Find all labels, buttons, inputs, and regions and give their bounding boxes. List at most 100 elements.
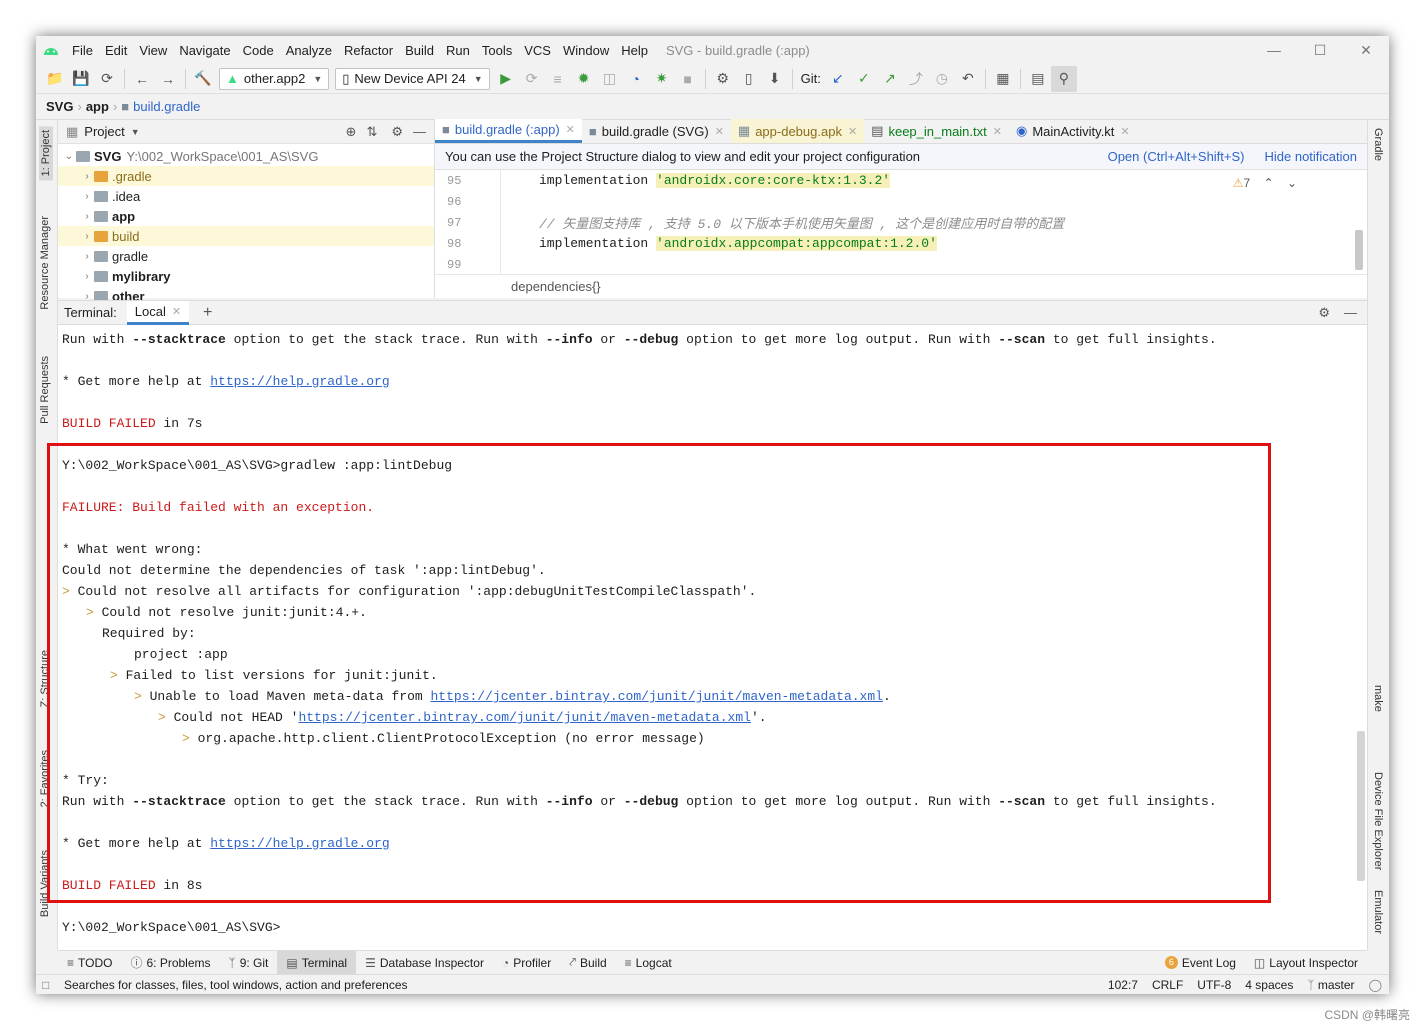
tool-problems[interactable]: ⓘ 6: Problems bbox=[121, 951, 219, 975]
tool-terminal[interactable]: ▤ Terminal bbox=[277, 950, 357, 975]
menu-tools[interactable]: Tools bbox=[476, 43, 518, 58]
sync-icon[interactable]: ⟳ bbox=[94, 66, 120, 92]
git-branch[interactable]: ᛉ master bbox=[1300, 978, 1361, 992]
new-terminal-tab-icon[interactable]: + bbox=[203, 304, 212, 322]
code-editor[interactable]: 95 implementation 'androidx.core:core-kt… bbox=[435, 170, 1367, 275]
git-commit-icon[interactable]: ✓ bbox=[851, 66, 877, 92]
tree-row-app[interactable]: › app bbox=[58, 206, 434, 226]
close-tab-icon[interactable]: ✕ bbox=[1120, 125, 1129, 138]
chevron-right-icon[interactable]: › bbox=[80, 231, 94, 242]
project-structure-icon[interactable]: ▦ bbox=[990, 66, 1016, 92]
tool-event-log[interactable]: 6 Event Log bbox=[1156, 951, 1245, 975]
debug-icon[interactable]: ✹ bbox=[571, 66, 597, 92]
menu-refactor[interactable]: Refactor bbox=[338, 43, 399, 58]
profile-icon[interactable]: ◔ bbox=[623, 66, 649, 92]
apply-code-changes-icon[interactable]: ≡ bbox=[545, 66, 571, 92]
chevron-down-icon[interactable]: ⌄ bbox=[62, 151, 76, 162]
tool-layout-inspector[interactable]: ◫ Layout Inspector bbox=[1245, 951, 1367, 975]
run-icon[interactable]: ▶ bbox=[493, 66, 519, 92]
git-update-icon[interactable]: ↙ bbox=[825, 66, 851, 92]
tool-todo[interactable]: ≡ TODO bbox=[58, 951, 121, 975]
chevron-right-icon[interactable]: › bbox=[80, 171, 94, 182]
gear-icon[interactable]: ⚙ bbox=[391, 124, 403, 140]
minimize-icon[interactable]: — bbox=[1251, 36, 1297, 64]
lock-icon[interactable]: ◯ bbox=[1362, 978, 1389, 992]
gradle-sync-icon[interactable]: ⚙ bbox=[710, 66, 736, 92]
search-icon[interactable]: ⚲ bbox=[1050, 65, 1077, 92]
open-folder-icon[interactable]: 📁 bbox=[42, 66, 68, 92]
menu-vcs[interactable]: VCS bbox=[518, 43, 557, 58]
menu-help[interactable]: Help bbox=[615, 43, 654, 58]
menu-edit[interactable]: Edit bbox=[99, 43, 133, 58]
back-icon[interactable]: ← bbox=[129, 66, 155, 92]
tool-tab-emulator[interactable]: Emulator bbox=[1372, 890, 1384, 934]
sdk-manager-icon[interactable]: ⬇ bbox=[762, 66, 788, 92]
apply-changes-icon[interactable]: ⟳ bbox=[519, 66, 545, 92]
tree-row-mylibrary[interactable]: › mylibrary bbox=[58, 266, 434, 286]
close-tab-icon[interactable]: ✕ bbox=[993, 125, 1002, 138]
terminal-window-icon[interactable]: ▤ bbox=[1025, 66, 1051, 92]
terminal-scrollbar[interactable] bbox=[1357, 731, 1365, 881]
tool-tab-device-file-explorer[interactable]: Device File Explorer bbox=[1372, 772, 1384, 870]
indent-setting[interactable]: 4 spaces bbox=[1238, 978, 1300, 992]
stop-icon[interactable]: ■ bbox=[675, 66, 701, 92]
forward-icon[interactable]: → bbox=[155, 66, 181, 92]
menu-file[interactable]: File bbox=[66, 43, 99, 58]
history-icon[interactable]: ◷ bbox=[929, 66, 955, 92]
chevron-right-icon[interactable]: › bbox=[80, 271, 94, 282]
tree-row-gradle-cache[interactable]: › .gradle bbox=[58, 166, 434, 186]
tool-logcat[interactable]: ≡ Logcat bbox=[616, 951, 681, 975]
tool-tab-gradle[interactable]: Gradle bbox=[1372, 128, 1384, 161]
editor-scrollbar[interactable] bbox=[1355, 230, 1363, 270]
close-tab-icon[interactable]: ✕ bbox=[848, 125, 857, 138]
chevron-right-icon[interactable]: › bbox=[80, 211, 94, 222]
close-tab-icon[interactable]: ✕ bbox=[172, 305, 181, 318]
help-link[interactable]: https://help.gradle.org bbox=[210, 374, 389, 389]
editor-tab-apk[interactable]: ▦ app-debug.apk ✕ bbox=[730, 119, 865, 143]
close-icon[interactable]: ✕ bbox=[1343, 36, 1389, 64]
line-separator[interactable]: CRLF bbox=[1145, 978, 1190, 992]
open-project-structure-link[interactable]: Open (Ctrl+Alt+Shift+S) bbox=[1108, 149, 1245, 164]
menu-code[interactable]: Code bbox=[237, 43, 280, 58]
git-push-icon[interactable]: ↗ bbox=[877, 66, 903, 92]
locate-icon[interactable]: ⊕ bbox=[346, 124, 357, 140]
collapse-all-icon[interactable]: ⇅ bbox=[366, 124, 377, 140]
tool-tab-project[interactable]: 1: Project bbox=[39, 126, 53, 181]
terminal-tab-local[interactable]: Local ✕ bbox=[126, 300, 190, 325]
chevron-down-icon[interactable]: ▼ bbox=[131, 127, 140, 137]
tool-profiler[interactable]: ◔ Profiler bbox=[493, 951, 560, 975]
attach-debugger-icon[interactable]: ◫ bbox=[597, 66, 623, 92]
hide-panel-icon[interactable]: — bbox=[1344, 305, 1357, 320]
close-tab-icon[interactable]: ✕ bbox=[715, 125, 724, 138]
close-tab-icon[interactable]: ✕ bbox=[566, 123, 575, 136]
run-config-combo[interactable]: ▲ other.app2 ▼ bbox=[219, 67, 330, 90]
hammer-icon[interactable]: 🔨 bbox=[190, 66, 216, 92]
editor-tab-mainactivity[interactable]: ◉ MainActivity.kt ✕ bbox=[1009, 119, 1137, 143]
project-view-label[interactable]: Project bbox=[84, 124, 124, 139]
hide-panel-icon[interactable]: — bbox=[413, 124, 426, 139]
tree-row-idea[interactable]: › .idea bbox=[58, 186, 434, 206]
tree-row-root[interactable]: ⌄ SVG Y:\002_WorkSpace\001_AS\SVG bbox=[58, 146, 434, 166]
breadcrumb-project[interactable]: SVG bbox=[46, 99, 73, 114]
tool-tab-make[interactable]: make bbox=[1372, 685, 1384, 712]
tree-row-build[interactable]: › build bbox=[58, 226, 434, 246]
tool-git[interactable]: ᛉ 9: Git bbox=[220, 951, 278, 975]
save-all-icon[interactable]: 💾 bbox=[68, 66, 94, 92]
tool-build[interactable]: ⤤ Build bbox=[560, 951, 615, 975]
hide-notification-link[interactable]: Hide notification bbox=[1265, 149, 1358, 164]
menu-build[interactable]: Build bbox=[399, 43, 440, 58]
code-breadcrumb[interactable]: dependencies{} bbox=[435, 274, 1367, 298]
device-combo[interactable]: ▯ New Device API 24 ▼ bbox=[335, 67, 490, 90]
git-pull-request-icon[interactable]: ⤴ bbox=[903, 66, 929, 92]
tool-tab-pull-requests[interactable]: Pull Requests bbox=[39, 356, 51, 424]
chevron-right-icon[interactable]: › bbox=[80, 191, 94, 202]
rollback-icon[interactable]: ↶ bbox=[955, 66, 981, 92]
editor-tab-build-gradle-svg[interactable]: ■ build.gradle (SVG) ✕ bbox=[582, 119, 731, 143]
menu-view[interactable]: View bbox=[133, 43, 173, 58]
maximize-icon[interactable]: ☐ bbox=[1297, 36, 1343, 64]
menu-navigate[interactable]: Navigate bbox=[173, 43, 236, 58]
file-encoding[interactable]: UTF-8 bbox=[1190, 978, 1238, 992]
caret-position[interactable]: 102:7 bbox=[1101, 978, 1145, 992]
editor-tab-build-gradle-app[interactable]: ■ build.gradle (:app) ✕ bbox=[435, 119, 582, 143]
tool-database-inspector[interactable]: ☰ Database Inspector bbox=[356, 951, 493, 975]
